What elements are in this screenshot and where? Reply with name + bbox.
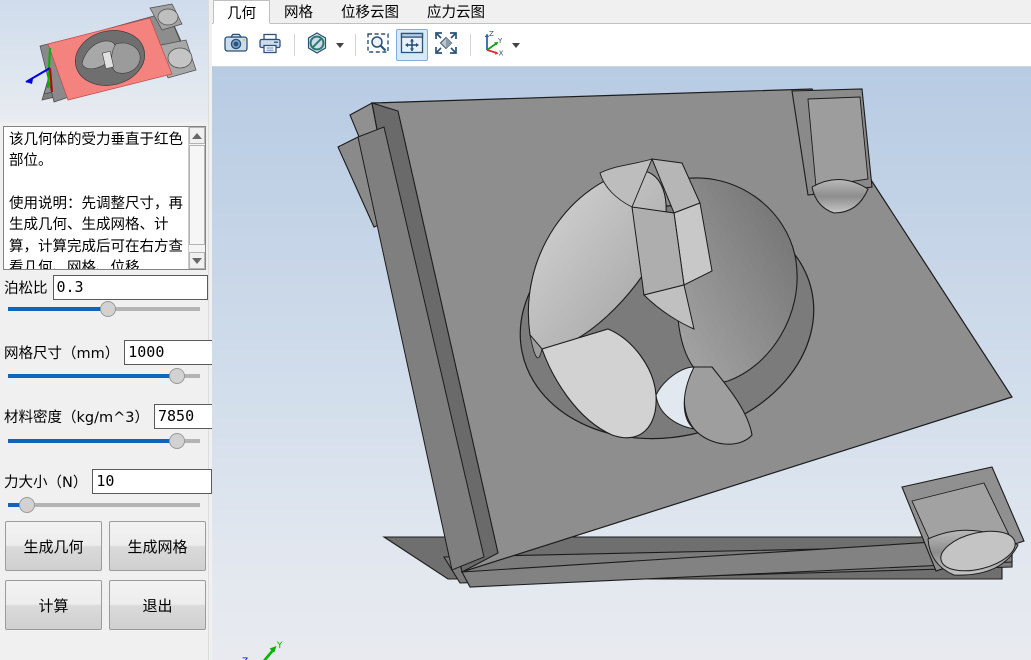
slider-track [8, 503, 200, 507]
param-row-poisson: 泊松比 [0, 274, 208, 300]
param-label-mesh-size: 网格尺寸（mm） [4, 345, 120, 362]
compute-button[interactable]: 计算 [5, 580, 102, 630]
param-row-mesh-size: 网格尺寸（mm） [0, 339, 220, 365]
axis-y-label: Y [276, 641, 283, 651]
3d-viewport[interactable]: Z Y X [212, 67, 1031, 660]
view-tab-bar: 几何 网格 位移云图 应力云图 [212, 0, 1031, 24]
print-icon [258, 33, 282, 58]
axis-y-line [263, 648, 275, 660]
param-input-mesh-size[interactable] [124, 339, 220, 365]
tab-displacement[interactable]: 位移云图 [327, 0, 413, 23]
control-sidebar: 该几何体的受力垂直于红色部位。 使用说明：先调整尺寸，再生成几何、生成网格、计算… [0, 0, 224, 660]
axis-orientation-icon: Z Y X [480, 30, 506, 60]
camera-snapshot-icon [224, 33, 248, 57]
pan-move-icon [400, 32, 424, 58]
axis-orientation-dropdown-caret-icon[interactable] [512, 42, 520, 48]
generate-geometry-button[interactable]: 生成几何 [5, 521, 102, 571]
zoom-rectangle-button[interactable] [362, 29, 394, 61]
slider-handle[interactable] [168, 433, 185, 449]
param-slider-mesh-size[interactable] [8, 368, 200, 384]
rotate-isometric-button[interactable] [430, 29, 462, 61]
slider-handle[interactable] [19, 497, 36, 513]
preview-part [25, 3, 197, 103]
geometry-preview-thumbnail[interactable] [0, 0, 208, 122]
param-input-poisson[interactable] [52, 274, 208, 300]
slider-fill [8, 307, 108, 311]
generate-mesh-button[interactable]: 生成网格 [109, 521, 206, 571]
slider-fill [8, 374, 177, 378]
toolbar-separator-2 [355, 34, 356, 56]
view-toolbar: Z Y X [212, 24, 1031, 67]
param-row-force: 力大小（N） [0, 468, 213, 494]
description-textarea[interactable]: 该几何体的受力垂直于红色部位。 使用说明：先调整尺寸，再生成几何、生成网格、计算… [3, 126, 206, 270]
svg-text:X: X [499, 50, 504, 56]
param-input-force[interactable] [92, 468, 213, 494]
param-slider-force[interactable] [8, 497, 200, 513]
scroll-up-arrow-icon[interactable] [189, 127, 205, 144]
camera-snapshot-button[interactable] [220, 29, 252, 61]
slider-handle[interactable] [99, 301, 116, 317]
description-text: 该几何体的受力垂直于红色部位。 使用说明：先调整尺寸，再生成几何、生成网格、计算… [9, 132, 183, 269]
no-entry-icon [305, 31, 329, 59]
application-window: 该几何体的受力垂直于红色部位。 使用说明：先调整尺寸，再生成几何、生成网格、计算… [0, 0, 1031, 660]
description-scrollbar[interactable] [188, 127, 205, 269]
slider-fill [8, 439, 177, 443]
rotate-isometric-icon [434, 31, 458, 59]
exit-button[interactable]: 退出 [109, 580, 206, 630]
param-label-force: 力大小（N） [4, 474, 88, 491]
tab-stress[interactable]: 应力云图 [413, 0, 499, 23]
print-button[interactable] [254, 29, 286, 61]
slider-handle[interactable] [168, 368, 185, 384]
scrollbar-thumb[interactable] [189, 145, 205, 245]
param-label-poisson: 泊松比 [4, 280, 48, 297]
zoom-rectangle-icon [366, 31, 390, 59]
axis-orientation-button[interactable]: Z Y X [477, 29, 509, 61]
param-slider-density[interactable] [8, 433, 200, 449]
param-label-density: 材料密度（kg/m^3） [4, 409, 149, 426]
3d-model-render [337, 88, 1025, 588]
display-mode-dropdown-caret-icon[interactable] [336, 42, 344, 48]
toolbar-separator-1 [294, 34, 295, 56]
display-mode-button[interactable] [301, 29, 333, 61]
param-slider-poisson[interactable] [8, 301, 200, 317]
tab-mesh[interactable]: 网格 [270, 0, 327, 23]
viewer-pane: 几何 网格 位移云图 应力云图 Z Y X Y [212, 0, 1031, 660]
toolbar-separator-3 [470, 34, 471, 56]
svg-text:Y: Y [497, 37, 503, 45]
scroll-down-arrow-icon[interactable] [189, 252, 205, 269]
sheet-metal-clip-model [337, 88, 1025, 588]
svg-text:Z: Z [489, 30, 494, 38]
pan-move-button[interactable] [396, 29, 428, 61]
param-row-density: 材料密度（kg/m^3） [0, 403, 224, 429]
tab-geometry[interactable]: 几何 [213, 0, 270, 24]
